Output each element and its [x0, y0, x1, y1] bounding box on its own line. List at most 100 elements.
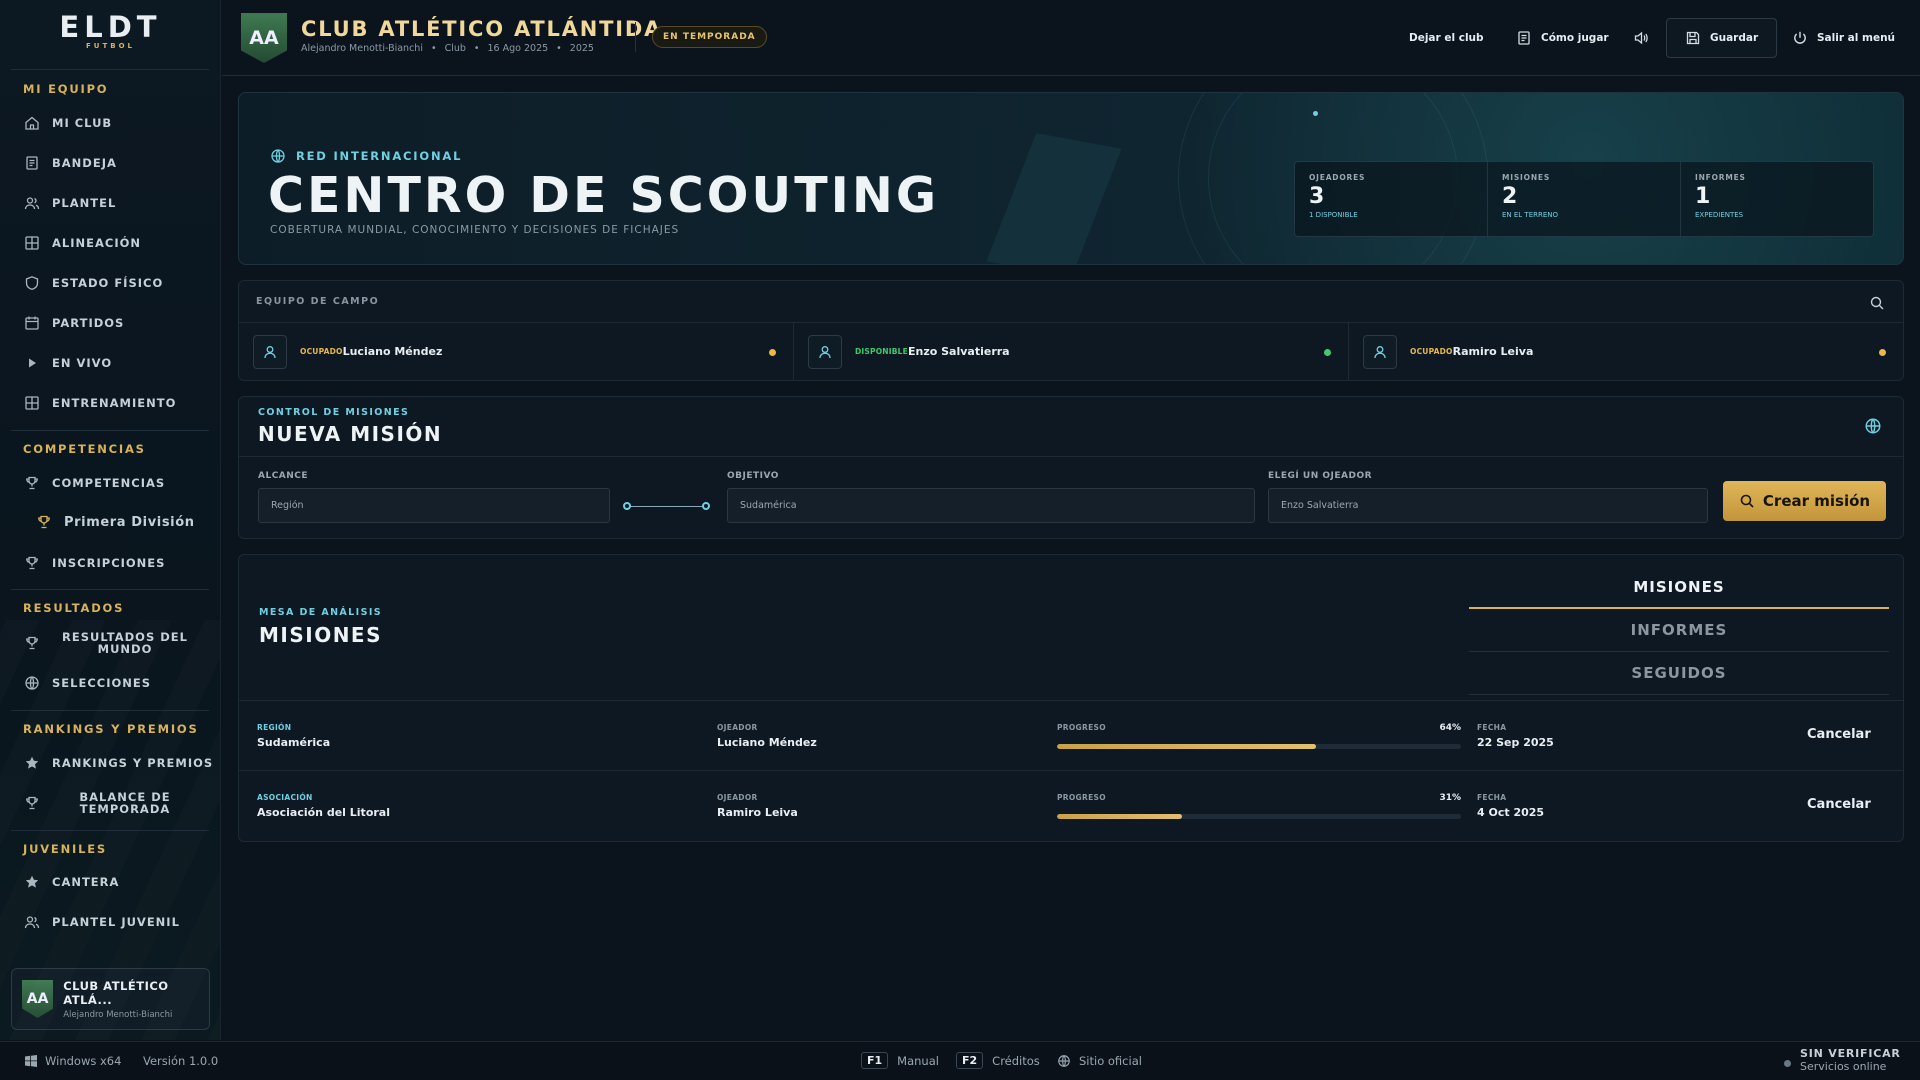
scout-list: OCUPADO Luciano Méndez DISPONIBLE Enzo S…	[239, 322, 1903, 380]
create-mission-button[interactable]: Crear misión	[1723, 481, 1886, 521]
cancel-mission-button[interactable]: Cancelar	[1807, 727, 1871, 742]
stat-sub: 1 DISPONIBLE	[1309, 211, 1358, 219]
club-title: CLUB ATLÉTICO ATLÁNTIDA	[301, 17, 663, 41]
scope-range-slider[interactable]	[623, 501, 710, 511]
how-to-play-button[interactable]: Cómo jugar	[1516, 18, 1609, 58]
sidebar-item-label: ESTADO FÍSICO	[52, 276, 164, 290]
sidebar-item-competencias[interactable]: COMPETENCIAS	[24, 471, 165, 495]
how-to-play-label: Cómo jugar	[1541, 32, 1609, 44]
create-mission-label: Crear misión	[1762, 492, 1871, 510]
sidebar-item-estado-fisico[interactable]: ESTADO FÍSICO	[24, 271, 163, 295]
scout-label: OJEADOR	[717, 723, 758, 732]
sidebar-item-resultados-del-mundo[interactable]: RESULTADOS DEL MUNDO	[24, 631, 214, 655]
scout-status: OCUPADO	[300, 347, 343, 356]
sidebar-item-label: MI CLUB	[52, 116, 113, 130]
sidebar-item-primera-division[interactable]: Primera División	[36, 510, 195, 534]
scope-select[interactable]: Región	[258, 488, 610, 523]
stat-label: OJEADORES	[1309, 173, 1366, 182]
tab-misiones[interactable]: MISIONES	[1469, 566, 1889, 609]
slider-handle[interactable]	[702, 502, 710, 510]
sidebar-item-selecciones[interactable]: SELECCIONES	[24, 671, 151, 695]
scout-name: Luciano Méndez	[342, 345, 443, 358]
exit-label: Salir al menú	[1817, 32, 1896, 44]
credits-link[interactable]: F2 Créditos	[956, 1052, 1040, 1069]
tab-informes[interactable]: INFORMES	[1469, 609, 1889, 652]
official-site-link[interactable]: Sitio oficial	[1057, 1054, 1142, 1068]
sidebar-item-balance-de-temporada[interactable]: BALANCE DE TEMPORADA	[24, 791, 214, 815]
online-status[interactable]: SIN VERIFICAR Servicios online	[1800, 1047, 1901, 1073]
scout-select[interactable]: Enzo Salvatierra	[1268, 488, 1708, 523]
club-card-name: CLUB ATLÉTICO ATLÁ...	[63, 978, 169, 1007]
tab-seguidos[interactable]: SEGUIDOS	[1469, 652, 1889, 695]
os-label: Windows x64	[45, 1054, 122, 1068]
stat-sub: EXPEDIENTES	[1695, 211, 1744, 219]
app-logo[interactable]: ELDT FUTBOL	[0, 10, 220, 50]
user-icon	[1374, 345, 1386, 358]
sound-toggle-button[interactable]	[1633, 18, 1658, 58]
target-label: OBJETIVO	[727, 471, 779, 481]
hero-eyebrow-label: RED INTERNACIONAL	[296, 149, 463, 163]
verify-sub: Servicios online	[1800, 1060, 1887, 1073]
sidebar-item-alineacion[interactable]: ALINEACIÓN	[24, 231, 141, 255]
leave-club-button[interactable]: Dejar el club	[1409, 18, 1484, 58]
analysis-tabs: MISIONES INFORMES SEGUIDOS	[1469, 566, 1889, 695]
scout-card[interactable]: OCUPADO Luciano Méndez	[239, 323, 794, 380]
section-rankings: RANKINGS Y PREMIOS	[23, 722, 199, 736]
separator-dot: •	[430, 43, 437, 54]
sidebar-item-en-vivo[interactable]: EN VIVO	[24, 351, 112, 375]
volume-icon	[1634, 31, 1648, 45]
globe-icon	[271, 149, 285, 163]
cancel-mission-button[interactable]: Cancelar	[1807, 797, 1871, 812]
scout-select-label: ELEGÍ UN OJEADOR	[1268, 471, 1373, 481]
divider	[635, 22, 636, 52]
divider	[11, 430, 209, 431]
scout-card[interactable]: DISPONIBLE Enzo Salvatierra	[794, 323, 1349, 380]
analysis-panel: MESA DE ANÁLISIS MISIONES MISIONES INFOR…	[238, 554, 1904, 842]
progress-percent: 64%	[1439, 723, 1461, 733]
sidebar-item-inscripciones[interactable]: INSCRIPCIONES	[24, 551, 165, 575]
sidebar-item-mi-club[interactable]: MI CLUB	[24, 111, 112, 135]
mission-type-value: Sudamérica	[257, 736, 331, 749]
home-icon	[25, 116, 39, 130]
sidebar-item-label: PLANTEL JUVENIL	[52, 915, 180, 929]
stat-value: 1	[1695, 184, 1711, 209]
official-site-label: Sitio oficial	[1079, 1054, 1142, 1068]
manual-key: F1	[861, 1052, 889, 1069]
windows-icon	[25, 1055, 37, 1067]
scope-label: ALCANCE	[258, 471, 309, 481]
scout-status: OCUPADO	[1410, 347, 1453, 356]
sidebar-item-label: RESULTADOS DEL MUNDO	[62, 630, 188, 656]
sidebar-item-plantel-juvenil[interactable]: PLANTEL JUVENIL	[24, 910, 180, 934]
sidebar-item-plantel[interactable]: PLANTEL	[24, 191, 116, 215]
progress-fill	[1057, 744, 1316, 749]
stat-missions: MISIONES 2 EN EL TERRENO	[1488, 162, 1681, 236]
sidebar-item-label: Primera División	[64, 514, 195, 530]
exit-to-menu-button[interactable]: Salir al menú	[1792, 18, 1895, 58]
verify-status-dot	[1784, 1060, 1791, 1067]
trophy-icon	[38, 515, 50, 529]
save-button[interactable]: Guardar	[1666, 18, 1778, 58]
sidebar-item-entrenamiento[interactable]: ENTRENAMIENTO	[24, 391, 176, 415]
target-select[interactable]: Sudamérica	[727, 488, 1255, 523]
search-icon[interactable]	[1869, 295, 1885, 311]
sidebar-item-label: EN VIVO	[52, 356, 113, 370]
slider-handle[interactable]	[623, 502, 631, 510]
avatar	[253, 334, 287, 369]
club-card[interactable]: AA CLUB ATLÉTICO ATLÁ... Alejandro Menot…	[11, 968, 210, 1030]
progress-percent: 31%	[1439, 793, 1461, 803]
globe-icon	[25, 676, 39, 690]
scout-card[interactable]: OCUPADO Ramiro Leiva	[1349, 323, 1903, 380]
divider	[11, 589, 209, 590]
sidebar-item-partidos[interactable]: PARTIDOS	[24, 311, 124, 335]
divider	[239, 456, 1903, 457]
manual-link[interactable]: F1 Manual	[861, 1052, 939, 1069]
mission-type-label: REGIÓN	[257, 723, 292, 732]
sidebar-item-rankings-y-premios[interactable]: RANKINGS Y PREMIOS	[24, 751, 213, 775]
stat-reports: INFORMES 1 EXPEDIENTES	[1681, 162, 1873, 236]
sidebar-item-cantera[interactable]: CANTERA	[24, 870, 119, 894]
sidebar-item-bandeja[interactable]: BANDEJA	[24, 151, 117, 175]
os-info: Windows x64	[25, 1054, 121, 1068]
page-title: CENTRO DE SCOUTING	[268, 167, 940, 224]
radar-dot	[1313, 111, 1318, 116]
section-juveniles: JUVENILES	[23, 842, 107, 856]
